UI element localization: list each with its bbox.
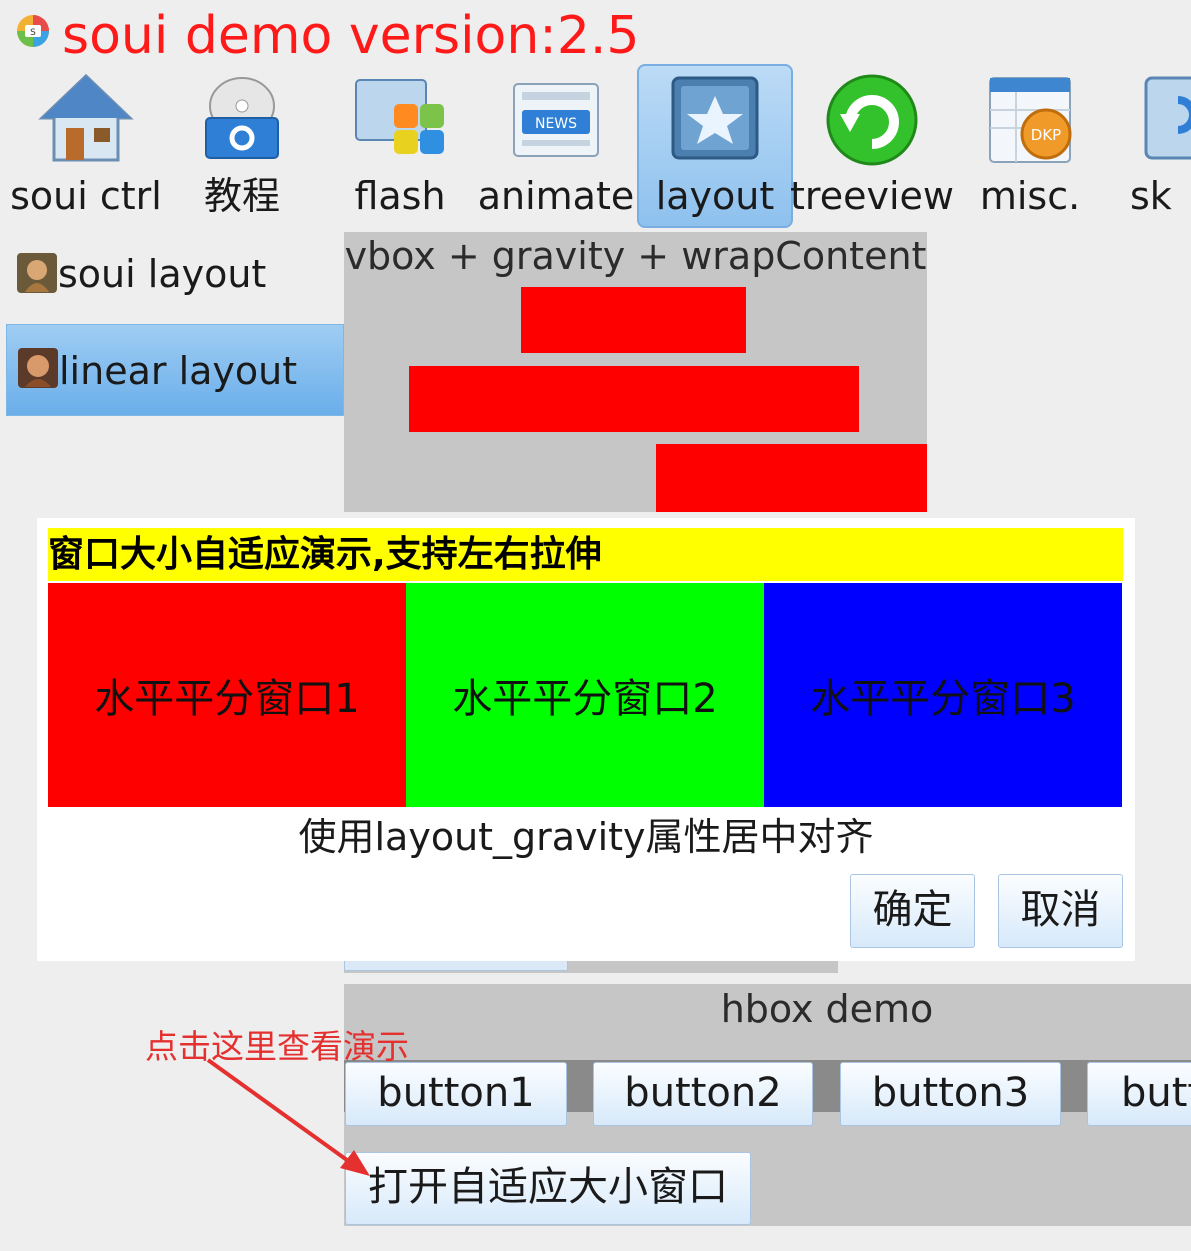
hbox-button-3[interactable]: button3 bbox=[840, 1062, 1061, 1126]
dialog-caption: 使用layout_gravity属性居中对齐 bbox=[298, 815, 874, 859]
ok-button[interactable]: 确定 bbox=[850, 874, 975, 948]
pane-1: 水平平分窗口1 bbox=[48, 583, 406, 807]
avatar-icon bbox=[18, 348, 58, 388]
hbox-demo-panel: hbox demo button1 button2 button3 butt 打… bbox=[344, 984, 1191, 1226]
pane-2: 水平平分窗口2 bbox=[406, 583, 764, 807]
toolbar-label: misc. bbox=[979, 174, 1081, 218]
hbox-title: hbox demo bbox=[720, 987, 934, 1031]
green-refresh-icon bbox=[826, 74, 918, 166]
toolbar-item-soui-ctrl[interactable]: soui ctrl bbox=[8, 64, 164, 228]
vbox-red-block bbox=[656, 444, 927, 512]
svg-text:S: S bbox=[30, 28, 36, 38]
sidebar-item-linear-layout[interactable]: linear layout bbox=[6, 324, 344, 416]
vbox-red-block bbox=[521, 287, 746, 353]
toolbar-item-flash[interactable]: flash bbox=[322, 64, 478, 228]
toolbar-label: 教程 bbox=[203, 174, 280, 218]
layout-star-icon bbox=[671, 76, 759, 160]
news-icon: NEWS bbox=[513, 83, 599, 157]
app-title: soui demo version:2.5 bbox=[62, 6, 640, 66]
svg-text:NEWS: NEWS bbox=[535, 116, 577, 132]
toolbar-label: layout bbox=[655, 174, 775, 218]
app-logo-icon: S bbox=[17, 15, 49, 47]
toolbar-item-skin[interactable]: sk bbox=[1110, 64, 1191, 228]
hbox-button-4[interactable]: butt bbox=[1087, 1062, 1191, 1126]
toolbar-label: sk bbox=[1130, 174, 1172, 218]
toolbar-item-tutorial[interactable]: 教程 bbox=[164, 64, 320, 228]
vbox-red-block bbox=[409, 366, 859, 432]
sidebar-item-label: linear layout bbox=[59, 349, 298, 393]
toolbar-item-animate[interactable]: NEWS animate bbox=[478, 64, 634, 228]
vbox-title: vbox + gravity + wrapContent bbox=[344, 234, 927, 278]
button-edge bbox=[344, 961, 568, 971]
toolbar-item-treeview[interactable]: treeview bbox=[790, 64, 954, 228]
open-adaptive-window-button[interactable]: 打开自适应大小窗口 bbox=[345, 1152, 751, 1225]
dkp-calendar-icon: DKP bbox=[989, 77, 1072, 163]
hbox-button-2[interactable]: button2 bbox=[593, 1062, 813, 1126]
dialog-header: 窗口大小自适应演示,支持左右拉伸 bbox=[48, 528, 1123, 581]
svg-text:DKP: DKP bbox=[1031, 126, 1061, 144]
toolbar-label: soui ctrl bbox=[10, 174, 162, 218]
skin-icon bbox=[1144, 76, 1191, 160]
flash-tiles-icon bbox=[355, 79, 444, 154]
settings-disc-icon bbox=[205, 77, 279, 159]
house-icon bbox=[38, 73, 134, 162]
pane-3: 水平平分窗口3 bbox=[764, 583, 1122, 807]
toolbar-label: animate bbox=[477, 174, 635, 218]
sidebar-item-label: soui layout bbox=[58, 252, 267, 296]
avatar-icon bbox=[17, 253, 57, 293]
sidebar-item-soui-layout[interactable]: soui layout bbox=[6, 228, 344, 320]
annotation-arrow-icon bbox=[206, 1058, 370, 1176]
toolbar-label: flash bbox=[354, 174, 446, 218]
vbox-demo-panel: vbox + gravity + wrapContent bbox=[344, 232, 927, 512]
toolbar-item-misc[interactable]: DKP misc. bbox=[952, 64, 1108, 228]
adaptive-size-dialog: 窗口大小自适应演示,支持左右拉伸 水平平分窗口1 水平平分窗口2 水平平分窗口3… bbox=[37, 518, 1135, 961]
toolbar-item-layout[interactable]: layout bbox=[637, 64, 793, 228]
cancel-button[interactable]: 取消 bbox=[998, 874, 1123, 948]
toolbar-label: treeview bbox=[790, 174, 954, 218]
